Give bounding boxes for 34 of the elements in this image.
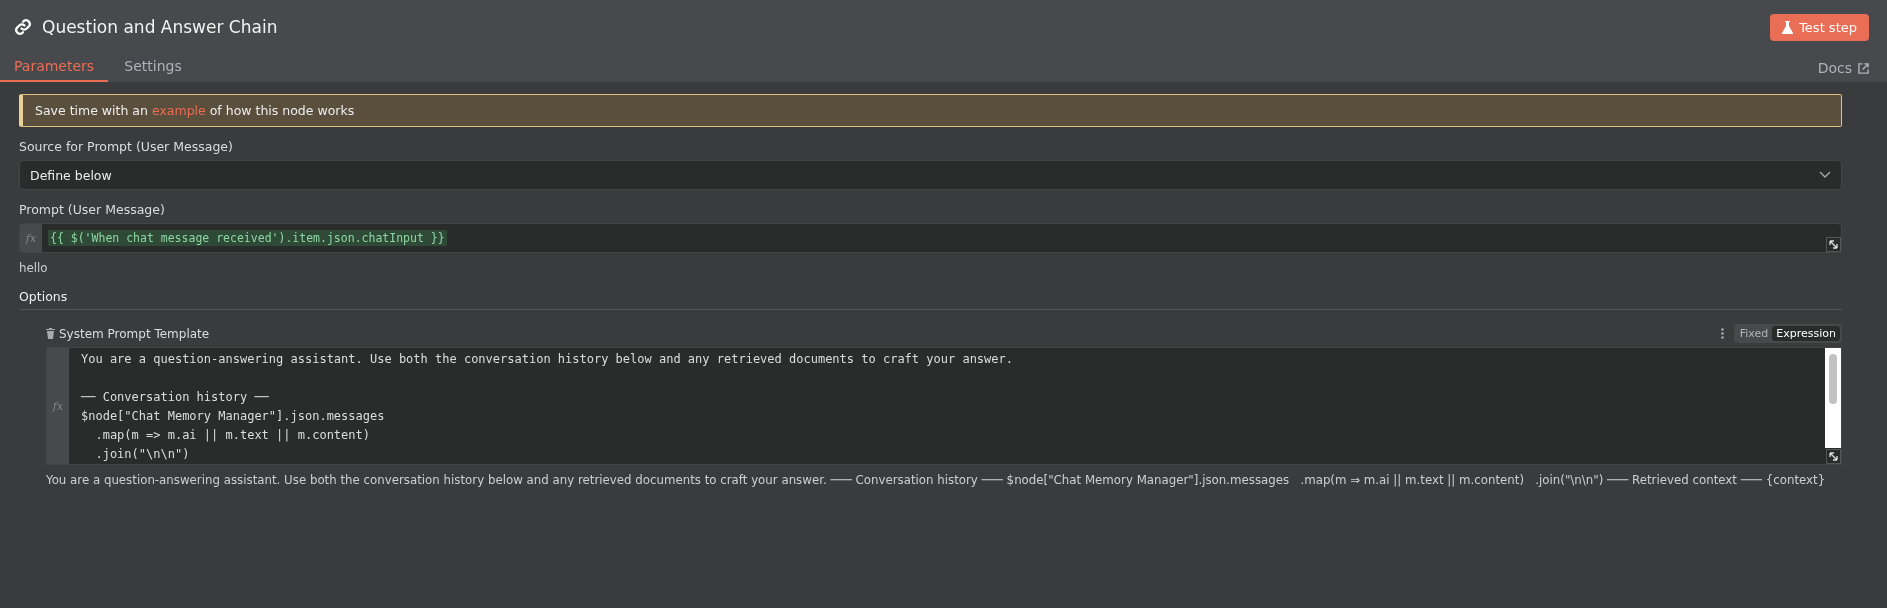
code-line: .join("\n\n") — [94, 446, 191, 463]
code-line: .map(m => m.ai || m.text || m.content) — [94, 427, 371, 444]
chevron-down-icon — [1819, 171, 1831, 179]
option-label: System Prompt Template — [59, 326, 211, 341]
flask-icon — [1782, 20, 1794, 34]
result-preview: You are a question-answering assistant. Use both the conversation history below and any retrieved documents to craft your answer. ─── Conversation history ─── $node["Chat Memory Manager"].json.messages .map(m ⇒ m.ai || m.text || m.content) .join("\n\n") ─── Retrieved context ─── {context} — [46, 473, 1827, 487]
mode-option[interactable]: Expression — [1772, 326, 1840, 341]
node-title: Question and Answer Chain — [42, 17, 279, 37]
code-editor[interactable] — [46, 347, 1842, 465]
expression-text: {{ $('When chat message received').item.json.chatInput }} — [48, 230, 447, 246]
options-heading: Options — [19, 289, 1842, 310]
more-vertical-icon[interactable] — [1720, 328, 1724, 339]
field-label: Prompt (User Message) — [19, 202, 166, 217]
result-preview: hello — [19, 261, 49, 275]
fx-label: fx — [47, 348, 69, 464]
trash-icon[interactable] — [46, 328, 55, 339]
tab[interactable]: Settings — [108, 58, 198, 82]
code-line: You are a question-answering assistant. Use both the conversation history below and any retrieved documents to craft your answer. — [81, 351, 1014, 368]
prompt-field[interactable]: fx {{ $('When chat message received').item.json.chatInput }} — [19, 223, 1842, 253]
link-icon — [14, 18, 32, 36]
code-line: $node["Chat Memory Manager"].json.messages — [81, 408, 386, 425]
fx-label: fx — [20, 224, 42, 252]
field-label: Source for Prompt (User Message) — [19, 139, 234, 154]
mode-option[interactable]: Fixed — [1735, 326, 1773, 341]
scrollbar[interactable] — [1825, 348, 1841, 448]
source-select[interactable]: Define below — [19, 160, 1842, 190]
test-step-button[interactable]: Test step — [1770, 13, 1869, 41]
notice-banner: Save time with an example of how this node works — [19, 94, 1842, 127]
external-link-icon — [1858, 62, 1869, 74]
tab[interactable]: Parameters — [0, 58, 108, 82]
expand-icon[interactable] — [1826, 449, 1841, 464]
code-line: ── Conversation history ── — [81, 389, 270, 406]
docs-link[interactable]: Docs — [1817, 60, 1869, 82]
expand-icon[interactable] — [1826, 237, 1841, 252]
